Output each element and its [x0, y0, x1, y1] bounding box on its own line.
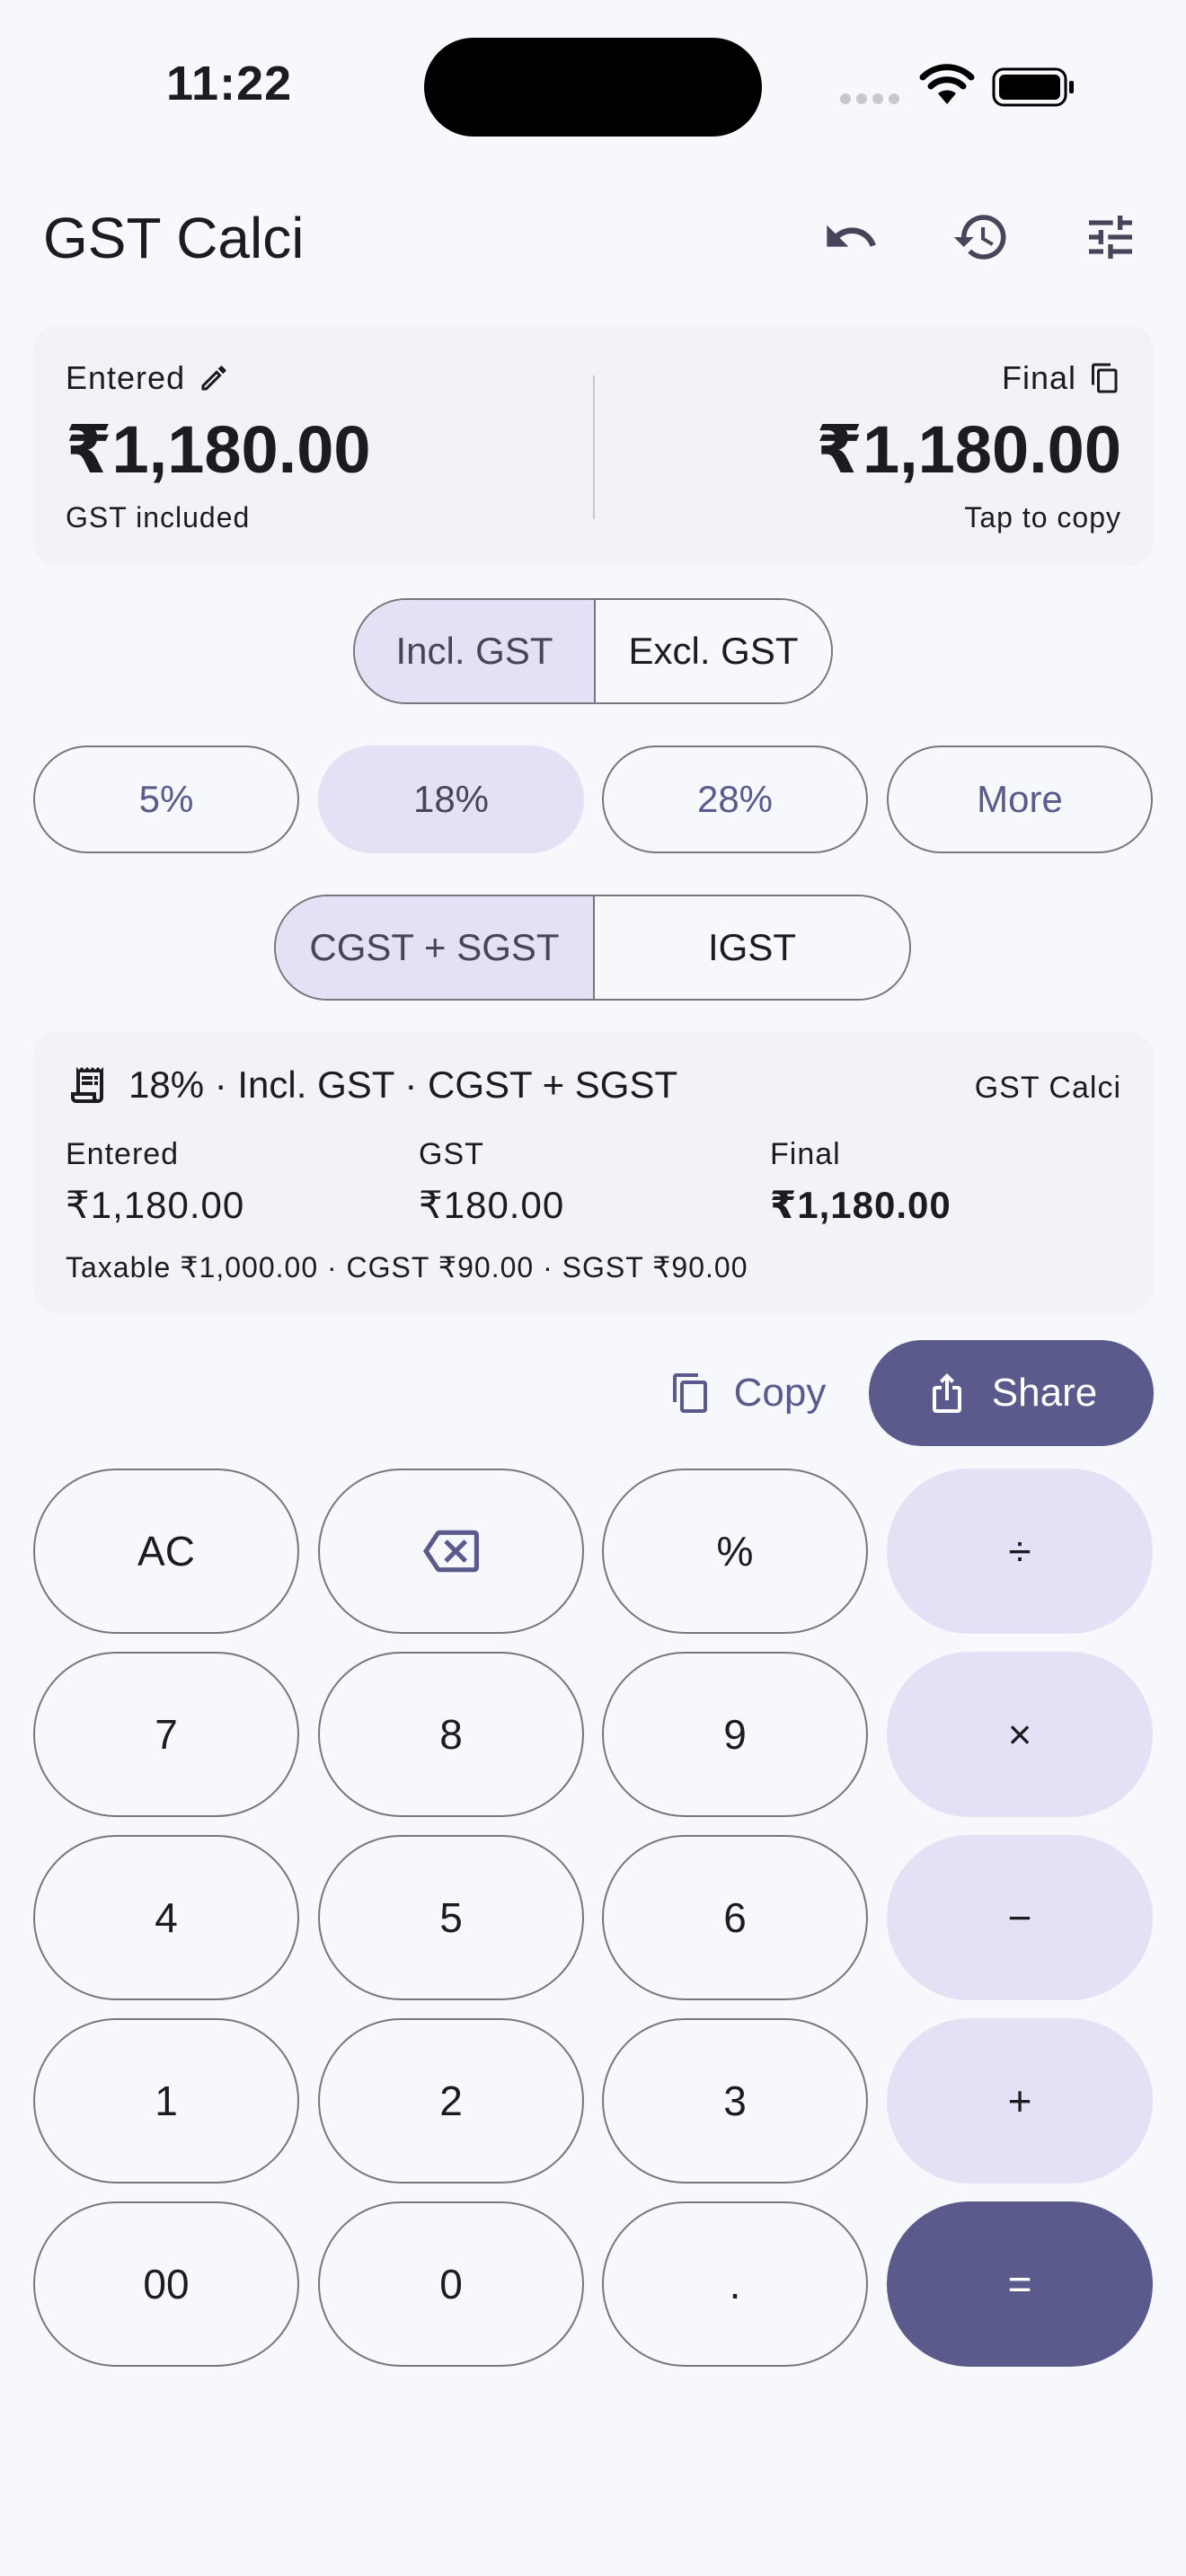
- summary-gst: GST ₹180.00: [419, 1137, 564, 1227]
- key-subtract[interactable]: −: [887, 1835, 1153, 2000]
- summary-entered-label: Entered: [66, 1137, 180, 1171]
- summary-card: 18% · Incl. GST · CGST + SGST GST Calci …: [33, 1031, 1154, 1313]
- rate-chip-18[interactable]: 18%: [318, 745, 584, 853]
- copy-icon: [672, 1373, 707, 1413]
- gst-mode-toggle: Incl. GST Excl. GST: [353, 598, 833, 704]
- history-icon[interactable]: [945, 201, 1017, 273]
- battery-icon: [992, 67, 1074, 107]
- excl-gst-option[interactable]: Excl. GST: [594, 600, 831, 702]
- summary-brand: GST Calci: [974, 1071, 1121, 1105]
- entered-label: Entered: [66, 359, 186, 396]
- key-0[interactable]: 0: [318, 2201, 584, 2367]
- summary-gst-label: GST: [419, 1137, 484, 1171]
- key-2[interactable]: 2: [318, 2018, 584, 2183]
- tune-icon[interactable]: [1075, 201, 1146, 273]
- app-bar: GST Calci: [0, 171, 1186, 305]
- summary-final-label: Final: [770, 1137, 841, 1171]
- key-equals[interactable]: =: [887, 2201, 1153, 2367]
- key-multiply[interactable]: ×: [887, 1652, 1153, 1817]
- final-amount-section[interactable]: Final ₹1,180.00 Tap to copy: [816, 359, 1121, 534]
- share-icon: [932, 1373, 961, 1413]
- copy-button[interactable]: Copy: [649, 1340, 846, 1446]
- share-label: Share: [991, 1371, 1098, 1415]
- summary-entered: Entered ₹1,180.00: [66, 1137, 244, 1227]
- share-button[interactable]: Share: [869, 1340, 1154, 1446]
- summary-final-value: ₹1,180.00: [770, 1184, 951, 1226]
- key-backspace[interactable]: [318, 1469, 584, 1634]
- key-8[interactable]: 8: [318, 1652, 584, 1817]
- incl-gst-option[interactable]: Incl. GST: [355, 600, 594, 702]
- key-double-zero[interactable]: 00: [33, 2201, 299, 2367]
- summary-heading: 18% · Incl. GST · CGST + SGST: [128, 1063, 678, 1106]
- rate-chip-more[interactable]: More: [887, 745, 1153, 853]
- key-7[interactable]: 7: [33, 1652, 299, 1817]
- summary-gst-value: ₹180.00: [419, 1184, 565, 1226]
- backspace-icon: [423, 1530, 479, 1573]
- receipt-icon: [71, 1067, 103, 1103]
- final-amount-value[interactable]: ₹1,180.00: [816, 411, 1121, 489]
- rate-chip-5[interactable]: 5%: [33, 745, 299, 853]
- entered-amount-value: ₹1,180.00: [66, 412, 371, 487]
- key-add[interactable]: +: [887, 2018, 1153, 2183]
- key-1[interactable]: 1: [33, 2018, 299, 2183]
- key-percent[interactable]: %: [602, 1469, 868, 1634]
- key-5[interactable]: 5: [318, 1835, 584, 2000]
- key-divide[interactable]: ÷: [887, 1469, 1153, 1634]
- final-label: Final: [1001, 359, 1076, 396]
- edit-icon[interactable]: [198, 362, 230, 394]
- cgst-sgst-option[interactable]: CGST + SGST: [276, 896, 593, 999]
- amount-divider: [593, 375, 595, 519]
- key-3[interactable]: 3: [602, 2018, 868, 2183]
- igst-option[interactable]: IGST: [593, 896, 909, 999]
- entered-amount-note: GST included: [66, 501, 251, 534]
- copy-icon[interactable]: [1089, 362, 1121, 394]
- rate-chip-28[interactable]: 28%: [602, 745, 868, 853]
- status-bar: 11:22: [0, 0, 1186, 171]
- entered-amount-section[interactable]: Entered ₹1,180.00 GST included: [66, 359, 371, 534]
- key-6[interactable]: 6: [602, 1835, 868, 2000]
- rate-chips: 5% 18% 28% More: [33, 745, 1154, 853]
- app-title: GST Calci: [43, 206, 305, 270]
- tax-type-toggle: CGST + SGST IGST: [274, 895, 911, 1001]
- cellular-signal-icon: [840, 93, 899, 104]
- wifi-icon: [919, 64, 975, 104]
- amount-card: Entered ₹1,180.00 GST included Final ₹1,…: [33, 325, 1154, 566]
- summary-entered-value: ₹1,180.00: [66, 1184, 245, 1226]
- undo-icon[interactable]: [815, 201, 887, 273]
- dynamic-island: [424, 38, 762, 137]
- key-decimal[interactable]: .: [602, 2201, 868, 2367]
- key-9[interactable]: 9: [602, 1652, 868, 1817]
- copy-label: Copy: [733, 1371, 827, 1415]
- summary-final: Final ₹1,180.00: [770, 1137, 951, 1227]
- summary-breakdown: Taxable ₹1,000.00 · CGST ₹90.00 · SGST ₹…: [66, 1251, 748, 1284]
- key-4[interactable]: 4: [33, 1835, 299, 2000]
- status-time: 11:22: [166, 57, 293, 110]
- key-clear[interactable]: AC: [33, 1469, 299, 1634]
- final-amount-note: Tap to copy: [964, 501, 1121, 534]
